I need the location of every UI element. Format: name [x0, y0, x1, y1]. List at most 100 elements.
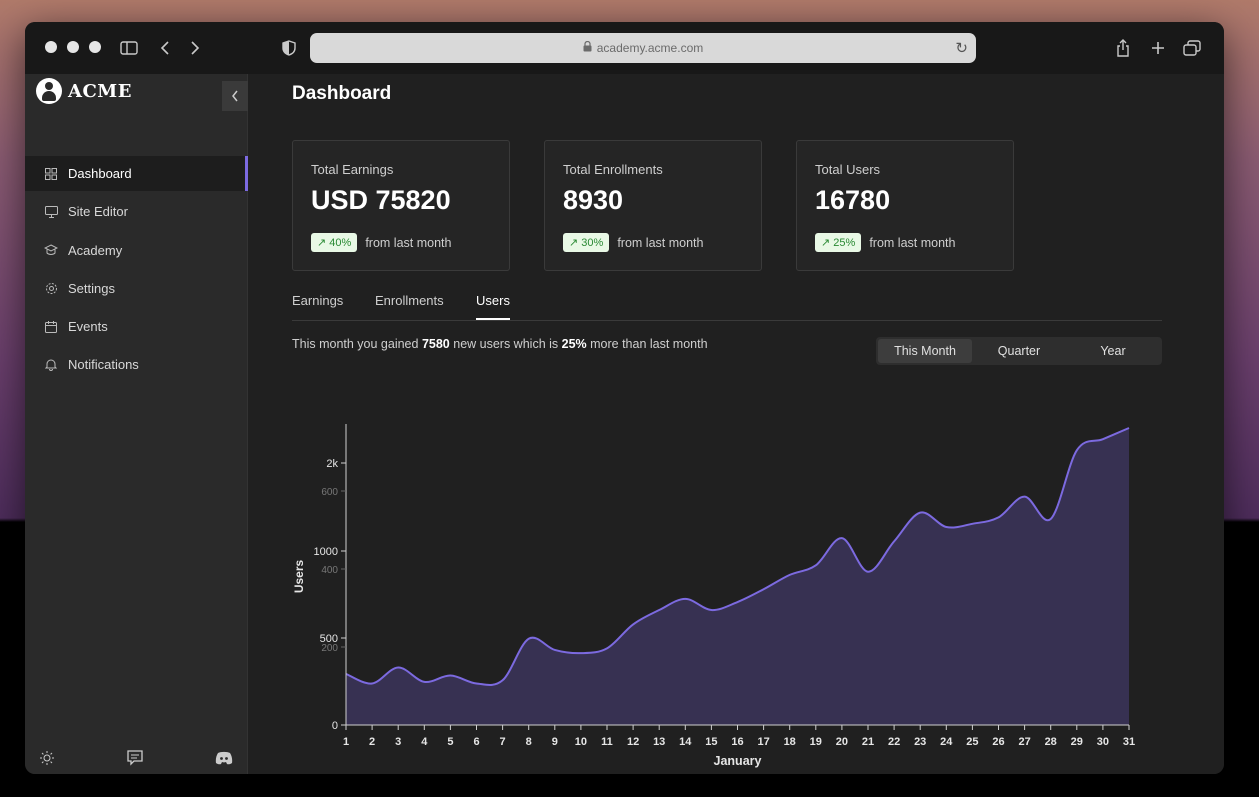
sun-icon[interactable] — [40, 750, 54, 768]
period-this-month[interactable]: This Month — [878, 339, 972, 363]
gain-percent: 25% — [561, 337, 587, 351]
discord-icon[interactable] — [215, 751, 233, 768]
tab-users[interactable]: Users — [476, 293, 510, 320]
x-tick-label: 22 — [888, 736, 900, 748]
x-tick-label: 31 — [1123, 736, 1135, 748]
x-tick-label: 21 — [862, 736, 874, 748]
share-icon[interactable] — [1111, 36, 1135, 60]
sidebar-item-label: Settings — [68, 280, 115, 296]
earnings-card: Total Earnings USD 75820 ↗ 40% from last… — [292, 140, 510, 271]
card-footer: ↗ 25% from last month — [815, 233, 955, 252]
bell-icon — [44, 358, 58, 372]
forward-arrow-icon[interactable] — [183, 36, 207, 60]
sidebar-item-label: Notifications — [68, 357, 139, 373]
x-tick-label: 19 — [810, 736, 822, 748]
close-window-button[interactable] — [45, 41, 57, 53]
card-value: 16780 — [815, 185, 891, 215]
card-suffix: from last month — [869, 235, 956, 250]
sidebar-item-site-editor[interactable]: Site Editor — [25, 194, 248, 229]
tab-enrollments[interactable]: Enrollments — [375, 293, 444, 318]
minimize-window-button[interactable] — [67, 41, 79, 53]
address-bar[interactable]: academy.acme.com ↻ — [310, 33, 976, 63]
y-tick-label: 2k — [326, 458, 338, 470]
x-tick-label: 5 — [447, 736, 453, 748]
x-tick-label: 8 — [526, 736, 532, 748]
period-year[interactable]: Year — [1066, 339, 1160, 363]
x-tick-label: 16 — [731, 736, 743, 748]
enrollments-card: Total Enrollments 8930 ↗ 30% from last m… — [544, 140, 762, 271]
x-tick-label: 10 — [575, 736, 587, 748]
x-tick-label: 9 — [552, 736, 558, 748]
users-area-chart: 050010002k2004006001 2 3 4 5 6 7 8 9 10 11 12 13 14 15… — [292, 424, 1135, 768]
trend-up-icon: ↗ — [569, 237, 579, 249]
collapse-sidebar-button[interactable] — [222, 81, 248, 111]
x-tick-label: 24 — [940, 736, 953, 748]
calendar-icon — [44, 320, 58, 334]
gain-suffix: more than last month — [586, 337, 708, 351]
browser-window: academy.acme.com ↻ ACME Dashboard Site E… — [25, 22, 1224, 774]
metric-tabs: Earnings Enrollments Users — [292, 289, 1162, 321]
x-tick-label: 27 — [1018, 736, 1030, 748]
browser-toolbar: academy.acme.com ↻ — [25, 22, 1224, 74]
new-tab-icon[interactable] — [1146, 36, 1170, 60]
x-tick-label: 13 — [653, 736, 665, 748]
y-minor-tick-label: 400 — [321, 565, 338, 576]
users-area-fill — [346, 428, 1129, 725]
card-label: Total Earnings — [311, 162, 394, 177]
sidebar-item-label: Site Editor — [68, 204, 128, 220]
tab-earnings[interactable]: Earnings — [292, 293, 343, 318]
url-text: academy.acme.com — [596, 41, 704, 55]
trend-badge: ↗ 25% — [815, 233, 862, 252]
x-tick-label: 14 — [679, 736, 692, 748]
x-tick-label: 12 — [627, 736, 639, 748]
x-axis-label: January — [714, 754, 762, 768]
x-tick-label: 28 — [1045, 736, 1057, 748]
shield-icon[interactable] — [277, 36, 301, 60]
sidebar-item-label: Dashboard — [68, 166, 132, 181]
logo-text: ACME — [68, 80, 132, 102]
graduation-cap-icon — [44, 243, 58, 257]
card-label: Total Users — [815, 162, 881, 177]
sidebar: ACME Dashboard Site Editor Academy Setti… — [25, 74, 248, 774]
y-tick-label: 1000 — [314, 546, 338, 558]
badge-value: 40% — [329, 237, 352, 249]
sidebar-item-events[interactable]: Events — [25, 309, 248, 344]
sidebar-item-settings[interactable]: Settings — [25, 271, 248, 306]
y-minor-tick-label: 200 — [321, 643, 338, 654]
x-tick-label: 6 — [473, 736, 479, 748]
users-card: Total Users 16780 ↗ 25% from last month — [796, 140, 1014, 271]
sidebar-toggle-icon[interactable] — [117, 36, 141, 60]
card-value: USD 75820 — [311, 185, 451, 215]
sidebar-item-dashboard[interactable]: Dashboard — [25, 156, 248, 191]
sidebar-item-notifications[interactable]: Notifications — [25, 347, 248, 382]
y-tick-label: 0 — [332, 720, 338, 732]
y-minor-tick-label: 600 — [321, 487, 338, 498]
maximize-window-button[interactable] — [89, 41, 101, 53]
x-tick-label: 25 — [966, 736, 978, 748]
acme-logo[interactable]: ACME — [36, 78, 132, 104]
page-title: Dashboard — [292, 83, 392, 104]
x-tick-label: 20 — [836, 736, 848, 748]
badge-value: 30% — [581, 237, 604, 249]
logo-mark-icon — [36, 78, 62, 104]
x-tick-label: 23 — [914, 736, 926, 748]
card-footer: ↗ 40% from last month — [311, 233, 451, 252]
reload-icon[interactable]: ↻ — [955, 39, 968, 57]
period-quarter[interactable]: Quarter — [972, 339, 1066, 363]
sidebar-item-academy[interactable]: Academy — [25, 233, 248, 268]
x-tick-label: 1 — [343, 736, 349, 748]
x-tick-label: 11 — [601, 736, 613, 748]
gain-summary: This month you gained 7580 new users whi… — [292, 337, 708, 351]
back-arrow-icon[interactable] — [153, 36, 177, 60]
card-footer: ↗ 30% from last month — [563, 233, 703, 252]
card-label: Total Enrollments — [563, 162, 663, 177]
chat-icon[interactable] — [126, 749, 144, 769]
tabs-overview-icon[interactable] — [1180, 36, 1204, 60]
x-tick-label: 3 — [395, 736, 401, 748]
x-tick-label: 26 — [992, 736, 1004, 748]
lock-icon — [583, 40, 592, 55]
y-axis-label: Users — [292, 559, 306, 593]
trend-badge: ↗ 30% — [563, 233, 610, 252]
card-value: 8930 — [563, 185, 624, 215]
grid-icon — [44, 167, 58, 181]
